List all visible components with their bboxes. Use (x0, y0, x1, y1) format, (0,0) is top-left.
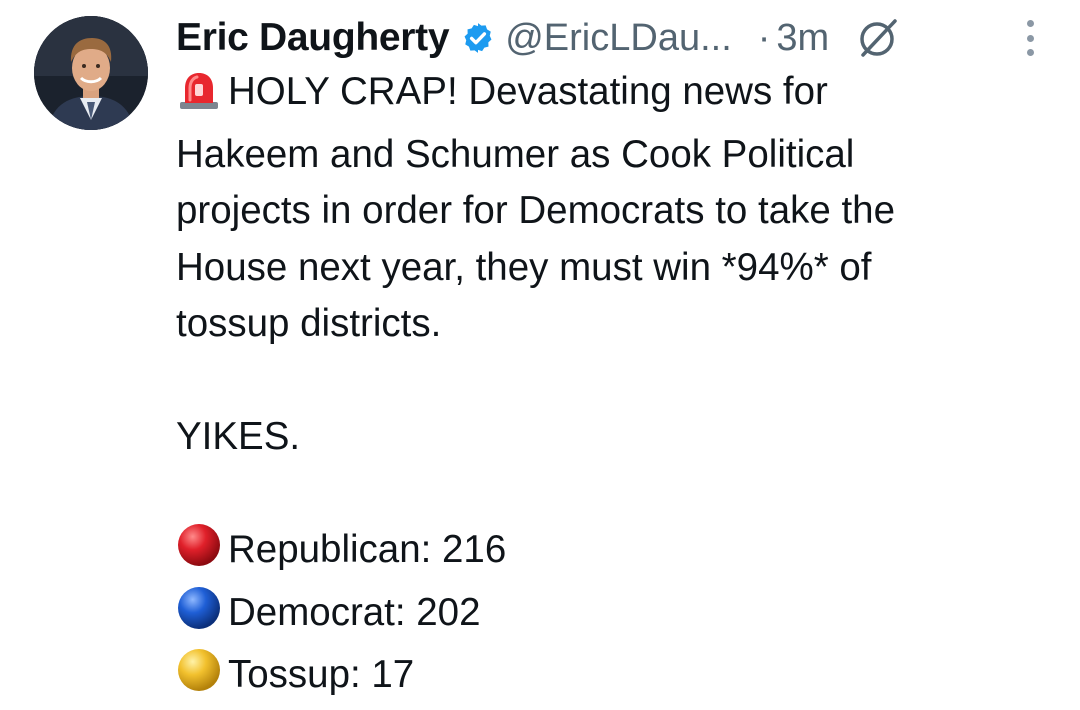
stat-tossup-label: Tossup: 17 (228, 653, 415, 696)
tweet-line-1-text: HOLY CRAP! Devastating news for (228, 70, 828, 113)
blue-circle-icon (176, 585, 222, 648)
avatar[interactable] (34, 16, 148, 130)
tweet-line-4: House next year, they must win *94%* of (176, 245, 872, 289)
tweet-header: Eric Daugherty @EricLDau... · 3m (176, 10, 1040, 66)
timestamp[interactable]: 3m (776, 17, 829, 60)
stat-republican: Republican: 216 (176, 522, 1056, 585)
grok-icon[interactable] (855, 15, 901, 61)
stat-democrat: Democrat: 202 (176, 585, 1056, 648)
profile-photo (34, 16, 148, 130)
tweet-line-2: Hakeem and Schumer as Cook Political (176, 132, 855, 176)
tweet-line-1: HOLY CRAP! Devastating news for (176, 64, 1056, 127)
tweet-line-5: tossup districts. (176, 302, 442, 345)
author-name[interactable]: Eric Daugherty (176, 16, 450, 60)
stat-republican-label: Republican: 216 (228, 528, 507, 571)
tweet-text: HOLY CRAP! Devastating news for Hakeem a… (176, 64, 1056, 710)
author-handle[interactable]: @EricLDau... (505, 17, 732, 60)
tweet-yikes: YIKES. (176, 415, 301, 458)
stat-democrat-label: Democrat: 202 (228, 590, 481, 634)
separator-dot: · (757, 16, 771, 59)
yellow-circle-icon (176, 647, 222, 710)
red-circle-icon (176, 522, 222, 585)
verified-badge-icon (461, 21, 495, 55)
tweet[interactable]: Eric Daugherty @EricLDau... · 3m HOLY CR… (0, 0, 1080, 699)
stat-tossup: Tossup: 17 (176, 647, 1056, 710)
siren-icon (176, 70, 222, 127)
tweet-line-3: projects in order for Democrats to take … (176, 189, 895, 232)
more-options-icon[interactable] (1024, 20, 1036, 56)
